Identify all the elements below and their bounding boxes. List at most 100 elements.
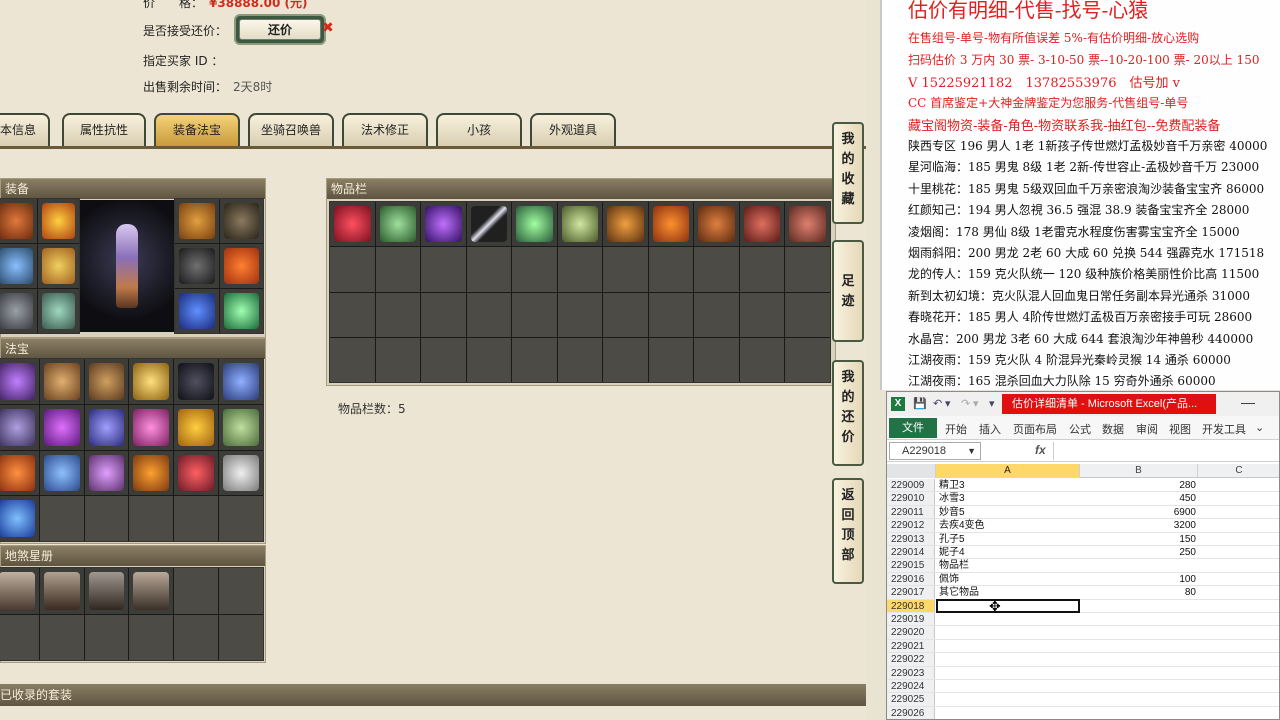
fabao-slot[interactable] xyxy=(174,450,219,496)
inventory-slot-empty[interactable] xyxy=(648,247,694,292)
inventory-slot-empty[interactable] xyxy=(739,292,785,337)
fabao-slot[interactable] xyxy=(0,496,39,541)
cell-a[interactable]: 冰雪3 xyxy=(937,492,1079,505)
cell-a[interactable]: 去疾4变色 xyxy=(937,519,1079,532)
inventory-slot-empty[interactable] xyxy=(739,337,785,382)
inventory-slot[interactable] xyxy=(557,202,603,247)
fabao-slot[interactable] xyxy=(129,450,174,496)
inventory-slot-empty[interactable] xyxy=(375,337,421,382)
row-number[interactable]: 229019 xyxy=(887,613,935,626)
favorites-button[interactable]: 我 的 收 藏 xyxy=(832,122,864,224)
inventory-slot[interactable] xyxy=(648,202,694,247)
ribbon-collapse-icon[interactable]: ⌄ xyxy=(1255,421,1264,434)
inventory-slot-empty[interactable] xyxy=(330,292,375,337)
fabao-slot[interactable] xyxy=(84,450,129,496)
equipment-slot[interactable] xyxy=(0,289,37,333)
star-slot-empty[interactable] xyxy=(174,568,219,614)
fabao-slot-empty[interactable] xyxy=(129,496,174,541)
equipment-slot[interactable] xyxy=(37,289,79,333)
redo-icon[interactable]: ↷ xyxy=(961,397,970,410)
equipment-slot[interactable] xyxy=(0,244,37,288)
cell-a[interactable]: 精卫3 xyxy=(937,479,1079,492)
inventory-slot[interactable] xyxy=(375,202,421,247)
star-slot-empty[interactable] xyxy=(219,568,263,614)
row-number[interactable]: 229020 xyxy=(887,626,935,639)
inventory-slot[interactable] xyxy=(694,202,739,247)
fabao-slot[interactable] xyxy=(219,359,263,404)
file-tab[interactable]: 文件 xyxy=(889,418,937,438)
row-number[interactable]: 229009 xyxy=(887,479,935,492)
collected-suits-bar[interactable]: 已收录的套装 xyxy=(0,684,866,706)
fabao-slot[interactable] xyxy=(219,404,263,450)
inventory-slot-empty[interactable] xyxy=(512,292,557,337)
fabao-slot[interactable] xyxy=(0,450,39,496)
inventory-slot-empty[interactable] xyxy=(557,292,603,337)
fabao-slot[interactable] xyxy=(39,404,84,450)
footprints-button[interactable]: 足 迹 xyxy=(832,240,864,342)
fabao-slot[interactable] xyxy=(129,404,174,450)
fabao-slot-empty[interactable] xyxy=(39,496,84,541)
equipment-slot[interactable] xyxy=(219,199,263,243)
inventory-slot-empty[interactable] xyxy=(421,337,466,382)
cell-a[interactable]: 佩饰 xyxy=(937,573,1079,586)
tab-view[interactable]: 视图 xyxy=(1169,421,1191,437)
inventory-slot-empty[interactable] xyxy=(375,292,421,337)
inventory-slot[interactable] xyxy=(603,202,648,247)
inventory-slot-empty[interactable] xyxy=(421,247,466,292)
fabao-slot[interactable] xyxy=(84,404,129,450)
inventory-slot[interactable] xyxy=(739,202,785,247)
inventory-slot-empty[interactable] xyxy=(739,247,785,292)
row-number[interactable]: 229011 xyxy=(887,505,935,519)
inventory-slot[interactable] xyxy=(330,202,375,247)
inventory-slot[interactable] xyxy=(785,202,830,247)
fabao-slot[interactable] xyxy=(174,404,219,450)
cell-b[interactable]: 250 xyxy=(1080,546,1198,559)
row-number[interactable]: 229025 xyxy=(887,693,935,706)
minimize-icon[interactable]: — xyxy=(1241,394,1255,410)
star-slot-empty[interactable] xyxy=(219,614,263,660)
inventory-slot-empty[interactable] xyxy=(512,337,557,382)
tab-basic-info[interactable]: 本信息 xyxy=(0,113,50,148)
fabao-slot-empty[interactable] xyxy=(174,496,219,541)
inventory-slot-empty[interactable] xyxy=(466,337,512,382)
tab-page-layout[interactable]: 页面布局 xyxy=(1013,421,1057,437)
star-slot-empty[interactable] xyxy=(129,614,174,660)
cell-a[interactable]: 物品栏 xyxy=(937,559,1079,572)
tab-formulas[interactable]: 公式 xyxy=(1069,421,1091,437)
fabao-slot[interactable] xyxy=(39,450,84,496)
inventory-slot-empty[interactable] xyxy=(330,247,375,292)
row-number[interactable]: 229021 xyxy=(887,639,935,653)
row-number[interactable]: 229024 xyxy=(887,680,935,693)
cell-a[interactable]: 孔子5 xyxy=(937,533,1079,546)
cell-b[interactable]: 280 xyxy=(1080,479,1198,492)
cell-b[interactable]: 80 xyxy=(1080,586,1198,599)
row-number[interactable]: 229016 xyxy=(887,572,935,586)
inventory-slot-empty[interactable] xyxy=(466,247,512,292)
formula-input[interactable] xyxy=(1053,442,1279,460)
inventory-slot-empty[interactable] xyxy=(785,247,830,292)
inventory-slot-empty[interactable] xyxy=(694,337,739,382)
inventory-slot-empty[interactable] xyxy=(785,337,830,382)
tab-appearance-items[interactable]: 外观道具 xyxy=(530,113,616,148)
equipment-slot[interactable] xyxy=(175,199,219,243)
fabao-slot[interactable] xyxy=(0,359,39,404)
row-number[interactable]: 229022 xyxy=(887,653,935,666)
star-card[interactable] xyxy=(84,568,129,614)
inventory-slot-empty[interactable] xyxy=(694,292,739,337)
fabao-slot[interactable] xyxy=(174,359,219,404)
row-number[interactable]: 229023 xyxy=(887,666,935,679)
fabao-slot-empty[interactable] xyxy=(219,496,263,541)
inventory-slot[interactable] xyxy=(421,202,466,247)
save-icon[interactable]: 💾 xyxy=(913,397,927,410)
inventory-slot-empty[interactable] xyxy=(512,247,557,292)
equipment-slot[interactable] xyxy=(219,289,263,333)
inventory-slot[interactable] xyxy=(512,202,557,247)
undo-icon[interactable]: ↶ xyxy=(933,397,942,410)
tab-attributes[interactable]: 属性抗性 xyxy=(62,113,146,148)
column-header-a[interactable]: A xyxy=(936,464,1080,478)
inventory-slot-empty[interactable] xyxy=(785,292,830,337)
cell-b[interactable]: 450 xyxy=(1080,492,1198,505)
tab-home[interactable]: 开始 xyxy=(945,421,967,437)
tab-review[interactable]: 审阅 xyxy=(1136,421,1158,437)
column-header-c[interactable]: C xyxy=(1198,464,1279,478)
